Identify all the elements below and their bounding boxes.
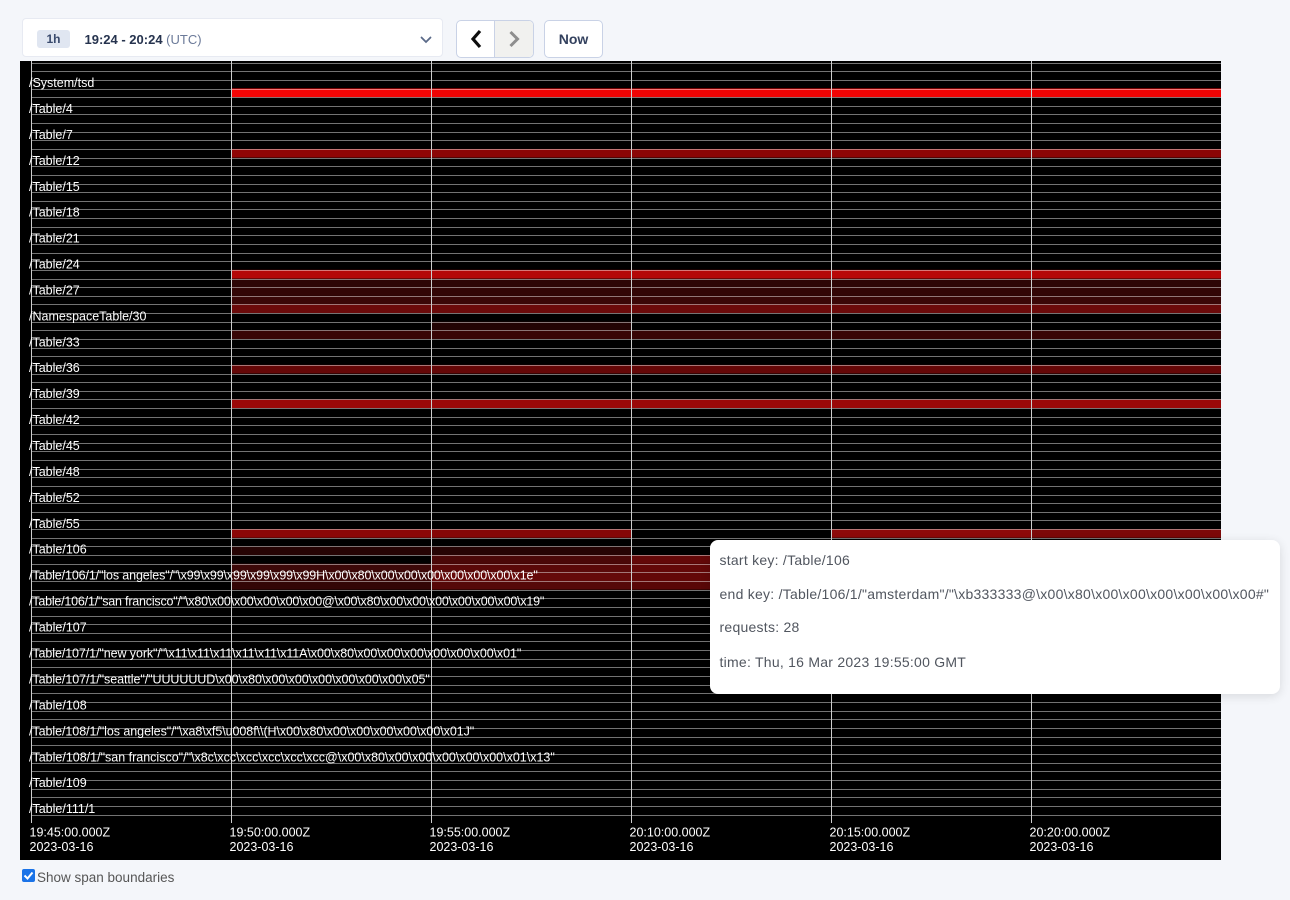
svg-text:/Table/108/1/"los angeles"/"\x: /Table/108/1/"los angeles"/"\xa8\xf5\u00…	[29, 724, 474, 738]
svg-text:2023-03-16: 2023-03-16	[430, 840, 494, 854]
svg-text:/Table/12: /Table/12	[29, 153, 80, 167]
svg-text:20:10:00.000Z: 20:10:00.000Z	[630, 825, 711, 839]
svg-text:/Table/4: /Table/4	[29, 102, 73, 116]
svg-text:/Table/107/1/"new york"/"\x11\: /Table/107/1/"new york"/"\x11\x11\x11\x1…	[29, 646, 521, 660]
svg-text:/Table/48: /Table/48	[29, 464, 80, 478]
svg-text:/NamespaceTable/30: /NamespaceTable/30	[29, 309, 146, 323]
svg-text:/System/tsd: /System/tsd	[29, 76, 94, 90]
svg-text:20:15:00.000Z: 20:15:00.000Z	[830, 825, 911, 839]
svg-text:/Table/24: /Table/24	[29, 257, 80, 271]
svg-text:/Table/111/1: /Table/111/1	[29, 802, 95, 816]
svg-text:2023-03-16: 2023-03-16	[1030, 840, 1094, 854]
svg-text:19:55:00.000Z: 19:55:00.000Z	[430, 825, 511, 839]
svg-text:/Table/18: /Table/18	[29, 205, 80, 219]
svg-text:/Table/107/1/"seattle"/"UUUUUU: /Table/107/1/"seattle"/"UUUUUUD\x00\x80\…	[29, 672, 430, 686]
svg-text:/Table/55: /Table/55	[29, 516, 80, 530]
svg-text:/Table/21: /Table/21	[29, 231, 80, 245]
svg-text:/Table/42: /Table/42	[29, 413, 80, 427]
svg-text:/Table/106/1/"san francisco"/": /Table/106/1/"san francisco"/"\x80\x00\x…	[29, 594, 544, 608]
svg-text:2023-03-16: 2023-03-16	[30, 840, 94, 854]
svg-text:/Table/39: /Table/39	[29, 387, 80, 401]
svg-text:20:20:00.000Z: 20:20:00.000Z	[1030, 825, 1111, 839]
svg-text:/Table/108: /Table/108	[29, 698, 87, 712]
svg-text:/Table/15: /Table/15	[29, 179, 80, 193]
svg-text:/Table/106: /Table/106	[29, 542, 87, 556]
svg-text:/Table/107: /Table/107	[29, 620, 87, 634]
svg-text:19:45:00.000Z: 19:45:00.000Z	[30, 825, 111, 839]
svg-text:2023-03-16: 2023-03-16	[830, 840, 894, 854]
svg-text:/Table/45: /Table/45	[29, 438, 80, 452]
svg-text:/Table/7: /Table/7	[29, 128, 73, 142]
svg-text:/Table/108/1/"san francisco"/": /Table/108/1/"san francisco"/"\x8c\xcc\x…	[29, 750, 555, 764]
svg-text:19:50:00.000Z: 19:50:00.000Z	[230, 825, 311, 839]
svg-text:/Table/27: /Table/27	[29, 283, 80, 297]
svg-text:/Table/33: /Table/33	[29, 335, 80, 349]
svg-text:/Table/106/1/"los angeles"/"\x: /Table/106/1/"los angeles"/"\x99\x99\x99…	[29, 568, 538, 582]
svg-text:/Table/36: /Table/36	[29, 361, 80, 375]
svg-text:2023-03-16: 2023-03-16	[230, 840, 294, 854]
svg-text:/Table/109: /Table/109	[29, 776, 87, 790]
svg-text:/Table/52: /Table/52	[29, 490, 80, 504]
svg-text:2023-03-16: 2023-03-16	[630, 840, 694, 854]
